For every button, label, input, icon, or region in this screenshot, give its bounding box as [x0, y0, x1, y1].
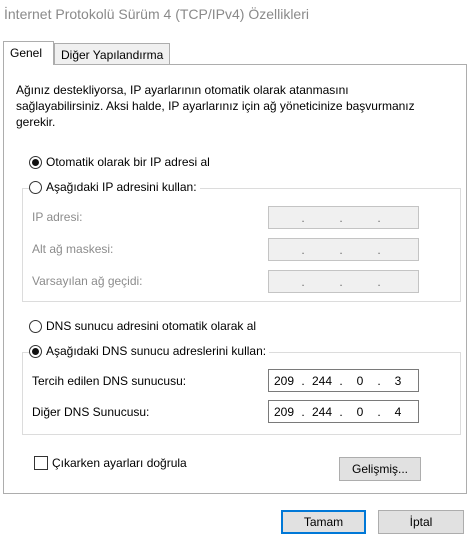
subnet-mask-label: Alt ağ maskesi: — [32, 242, 114, 256]
ip-address-label: IP adresi: — [32, 210, 83, 224]
radio-manual-dns[interactable]: Aşağıdaki DNS sunucu adreslerini kullan: — [29, 344, 270, 358]
title-bar: İnternet Protokolü Sürüm 4 (TCP/IPv4) Öz… — [0, 0, 474, 30]
radio-auto-dns[interactable]: DNS sunucu adresini otomatik olarak al — [29, 319, 256, 333]
cancel-button[interactable]: İptal — [378, 510, 464, 534]
tab-alternate-configuration[interactable]: Diğer Yapılandırma — [54, 43, 170, 65]
radio-manual-dns-label: Aşağıdaki DNS sunucu adreslerini kullan: — [46, 344, 267, 358]
radio-auto-ip[interactable]: Otomatik olarak bir IP adresi al — [29, 155, 210, 169]
validate-settings-checkbox[interactable]: Çıkarken ayarları doğrula — [34, 456, 187, 470]
radio-indicator — [29, 180, 42, 194]
checkbox-indicator — [34, 456, 48, 470]
tab-general[interactable]: Genel — [3, 41, 54, 65]
radio-manual-ip-label: Aşağıdaki IP adresini kullan: — [46, 180, 197, 194]
preferred-dns-label: Tercih edilen DNS sunucusu: — [32, 374, 187, 388]
default-gateway-label: Varsayılan ağ geçidi: — [32, 274, 143, 288]
advanced-button[interactable]: Gelişmiş... — [339, 457, 421, 481]
ip-address-input[interactable]: . . . — [268, 206, 419, 229]
description-text: Ağınız destekliyorsa, IP ayarlarının oto… — [16, 83, 415, 129]
preferred-dns-input[interactable]: 209. 244. 0. 3 — [268, 369, 419, 392]
alternate-dns-input[interactable]: 209. 244. 0. 4 — [268, 400, 419, 423]
ok-button[interactable]: Tamam — [281, 510, 366, 534]
subnet-mask-input[interactable]: . . . — [268, 238, 419, 261]
radio-manual-ip[interactable]: Aşağıdaki IP adresini kullan: — [29, 180, 200, 194]
radio-indicator — [29, 344, 42, 358]
window-title: İnternet Protokolü Sürüm 4 (TCP/IPv4) Öz… — [4, 6, 309, 22]
validate-settings-label: Çıkarken ayarları doğrula — [52, 456, 187, 470]
default-gateway-input[interactable]: . . . — [268, 270, 419, 293]
alternate-dns-label: Diğer DNS Sunucusu: — [32, 405, 150, 419]
radio-auto-dns-label: DNS sunucu adresini otomatik olarak al — [46, 319, 257, 333]
radio-auto-ip-label: Otomatik olarak bir IP adresi al — [46, 155, 210, 169]
radio-indicator — [29, 155, 42, 169]
radio-indicator — [29, 319, 42, 333]
